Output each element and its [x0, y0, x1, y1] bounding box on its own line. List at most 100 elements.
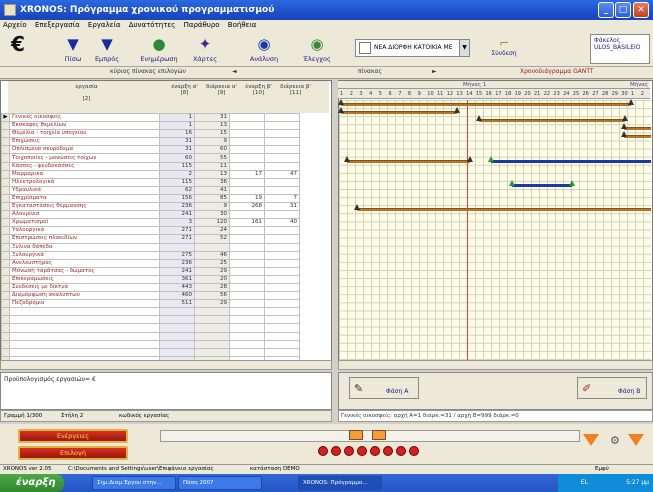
start-b-cell[interactable] [229, 210, 265, 220]
gantt-start-marker[interactable] [344, 155, 350, 162]
start-b-cell[interactable] [229, 129, 265, 139]
minimize-button[interactable]: _ [598, 2, 614, 18]
start-b-cell[interactable] [229, 291, 265, 301]
row-selector[interactable] [1, 121, 10, 131]
menu-options[interactable]: Δυνατότητες [126, 20, 179, 30]
scroll-left-icon[interactable]: ◄ [232, 68, 237, 75]
duration-a-cell[interactable]: 56 [194, 291, 230, 301]
start-a-cell[interactable]: 443 [159, 282, 195, 293]
duration-a-cell[interactable]: 36 [194, 177, 230, 187]
row-selector[interactable] [1, 274, 10, 284]
table-row[interactable]: Οπλισμένο σκυρόδεμα 31 60 [1, 145, 300, 155]
row-selector[interactable] [1, 202, 10, 212]
task-name-cell[interactable] [9, 307, 160, 317]
gantt-bar[interactable] [624, 127, 651, 131]
phase-a-button[interactable]: ✎ Φάση Α [349, 377, 419, 399]
gantt-end-marker[interactable] [467, 155, 473, 162]
record-dot-4[interactable] [357, 446, 367, 456]
duration-a-cell[interactable] [194, 323, 230, 333]
filter-down-icon[interactable] [583, 434, 599, 446]
start-b-cell[interactable] [229, 226, 265, 236]
table-row[interactable]: Επικεραμώσεις 361 20 [1, 274, 300, 284]
task-name-cell[interactable]: Κάσσες - ψευδοκάσσες [9, 161, 160, 171]
duration-a-cell[interactable]: 85 [194, 193, 230, 204]
start-b-cell[interactable] [229, 234, 265, 244]
duration-b-cell[interactable] [264, 226, 300, 236]
start-b-cell[interactable] [229, 145, 265, 155]
duration-a-cell[interactable]: 15 [194, 129, 230, 139]
task-name-cell[interactable]: Επιχώσεις [9, 137, 160, 147]
table-row[interactable]: Επιχρίσματα 156 85 19 7 [1, 193, 300, 204]
task-name-cell[interactable]: Διαμόρφωση ακαλύπτων [9, 291, 160, 301]
row-selector[interactable]: ▶ [1, 112, 10, 123]
duration-b-cell[interactable]: 40 [264, 218, 300, 228]
start-b-cell[interactable] [229, 121, 265, 131]
row-selector[interactable] [1, 331, 10, 341]
table-row[interactable]: Υδραυλικά 62 41 [1, 185, 300, 195]
task-name-cell[interactable]: Επιστρώσεις πλακιδίων [9, 234, 160, 244]
task-name-cell[interactable]: Μαρμαρικά [9, 169, 160, 179]
record-dot-2[interactable] [331, 446, 341, 456]
nav-next-button[interactable] [372, 430, 386, 440]
analysis-button[interactable]: ◉ Ανάλυση [243, 35, 285, 65]
record-dot-6[interactable] [383, 446, 393, 456]
gantt-bar[interactable] [341, 111, 457, 115]
start-button[interactable]: έναρξη [0, 474, 64, 492]
duration-a-cell[interactable]: 55 [194, 153, 230, 163]
duration-b-cell[interactable] [264, 185, 300, 195]
duration-a-cell[interactable] [194, 242, 230, 252]
table-row[interactable]: Εγκαταστάσεις θέρμανσης 236 9 268 31 [1, 202, 300, 212]
start-b-cell[interactable] [229, 112, 265, 123]
duration-b-cell[interactable] [264, 145, 300, 155]
gantt-bar[interactable] [341, 103, 631, 106]
start-a-cell[interactable]: 115 [159, 161, 195, 171]
duration-b-cell[interactable] [264, 347, 300, 357]
duration-a-cell[interactable] [194, 331, 230, 341]
duration-a-cell[interactable] [194, 315, 230, 325]
start-b-cell[interactable] [229, 282, 265, 293]
start-a-cell[interactable]: 31 [159, 145, 195, 155]
gantt-bar[interactable] [624, 135, 651, 139]
menu-tools[interactable]: Εργαλεία [85, 20, 124, 30]
start-a-cell[interactable] [159, 331, 195, 341]
start-a-cell[interactable]: 236 [159, 202, 195, 212]
row-selector[interactable] [1, 145, 10, 155]
table-row[interactable]: Μαρμαρικά 2 13 17 47 [1, 169, 300, 179]
table-horizontal-scrollbar[interactable] [0, 360, 332, 370]
start-a-cell[interactable]: 271 [159, 226, 195, 236]
duration-a-cell[interactable]: 9 [194, 137, 230, 147]
duration-a-cell[interactable] [194, 339, 230, 349]
row-selector[interactable] [1, 258, 10, 268]
table-row[interactable]: Ξύλινα δάπεδα [1, 242, 300, 252]
start-a-cell[interactable] [159, 307, 195, 317]
menu-edit[interactable]: Επεξεργασία [32, 20, 83, 30]
task-name-cell[interactable]: Θεμέλια - τοιχεία υπογείου [9, 129, 160, 139]
euro-button[interactable]: € [4, 34, 32, 65]
table-row[interactable]: Συνδέσεις με δίκτυα 443 28 [1, 282, 300, 293]
start-a-cell[interactable] [159, 339, 195, 349]
start-b-cell[interactable] [229, 347, 265, 357]
check-button[interactable]: ◉ Έλεγχος [296, 35, 338, 65]
task-name-cell[interactable] [9, 323, 160, 333]
duration-b-cell[interactable] [264, 234, 300, 244]
duration-b-cell[interactable] [264, 129, 300, 139]
duration-a-cell[interactable]: 29 [194, 266, 230, 276]
row-selector[interactable] [1, 242, 10, 252]
duration-b-cell[interactable] [264, 339, 300, 349]
duration-b-cell[interactable] [264, 242, 300, 252]
duration-b-cell[interactable] [264, 161, 300, 171]
row-selector[interactable] [1, 193, 10, 204]
update-button[interactable]: ● Ενημέρωση [138, 35, 180, 65]
start-a-cell[interactable]: 60 [159, 153, 195, 163]
start-a-cell[interactable]: 236 [159, 258, 195, 268]
row-selector[interactable] [1, 137, 10, 147]
task-name-cell[interactable] [9, 339, 160, 349]
start-b-cell[interactable]: 19 [229, 193, 265, 204]
gantt-start-marker[interactable] [621, 123, 627, 130]
start-b-cell[interactable]: 268 [229, 202, 265, 212]
table-row[interactable]: Εκσκαφές θεμελίων 1 13 [1, 121, 300, 131]
duration-b-cell[interactable] [264, 210, 300, 220]
task-name-cell[interactable] [9, 331, 160, 341]
table-row[interactable]: Θεμέλια - τοιχεία υπογείου 16 15 [1, 129, 300, 139]
start-a-cell[interactable]: 16 [159, 129, 195, 139]
